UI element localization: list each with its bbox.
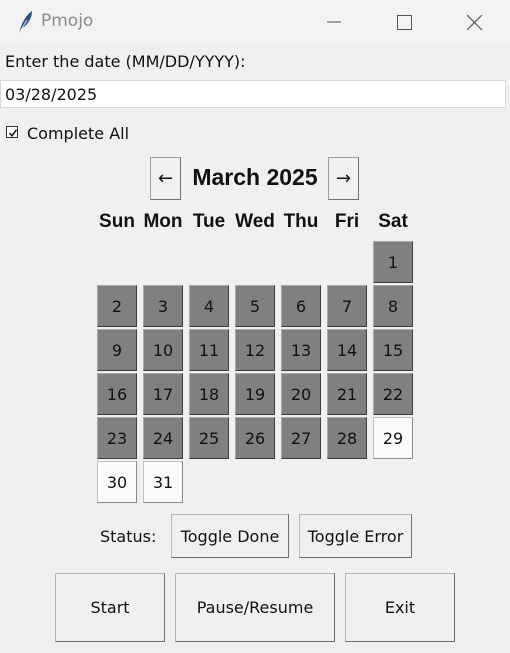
- day-cell[interactable]: 22: [373, 373, 413, 415]
- day-cell[interactable]: 25: [189, 417, 229, 459]
- maximize-button[interactable]: [370, 0, 438, 44]
- day-cell[interactable]: 17: [143, 373, 183, 415]
- day-cell[interactable]: 8: [373, 285, 413, 327]
- day-cell[interactable]: 31: [143, 461, 183, 503]
- day-cell[interactable]: 28: [327, 417, 367, 459]
- status-label: Status:: [100, 527, 157, 546]
- weekday-sat: Sat: [378, 211, 408, 232]
- day-cell[interactable]: 23: [97, 417, 137, 459]
- weekday-wed: Wed: [235, 211, 275, 232]
- day-cell[interactable]: 4: [189, 285, 229, 327]
- day-cell[interactable]: 3: [143, 285, 183, 327]
- day-cell[interactable]: 11: [189, 329, 229, 371]
- date-prompt-label: Enter the date (MM/DD/YYYY):: [5, 52, 246, 71]
- weekday-tue: Tue: [192, 211, 226, 232]
- day-cell[interactable]: 12: [235, 329, 275, 371]
- close-icon: [467, 15, 483, 31]
- day-cell[interactable]: 20: [281, 373, 321, 415]
- toggle-error-button[interactable]: Toggle Error: [299, 514, 412, 558]
- day-cell[interactable]: 26: [235, 417, 275, 459]
- weekday-mon: Mon: [143, 211, 183, 232]
- day-cell[interactable]: 6: [281, 285, 321, 327]
- day-cell[interactable]: 30: [97, 461, 137, 503]
- day-cell[interactable]: 2: [97, 285, 137, 327]
- prev-month-button[interactable]: ←: [150, 157, 181, 200]
- window-title: Pmojo: [41, 11, 94, 31]
- day-cell[interactable]: 9: [97, 329, 137, 371]
- day-cell[interactable]: 15: [373, 329, 413, 371]
- weekday-fri: Fri: [334, 211, 360, 232]
- day-cell[interactable]: 16: [97, 373, 137, 415]
- day-cell[interactable]: 1: [373, 241, 413, 283]
- day-cell[interactable]: 5: [235, 285, 275, 327]
- day-cell[interactable]: 27: [281, 417, 321, 459]
- day-cell[interactable]: 18: [189, 373, 229, 415]
- day-cell[interactable]: 14: [327, 329, 367, 371]
- toggle-done-button[interactable]: Toggle Done: [171, 514, 289, 558]
- weekday-sun: Sun: [99, 211, 135, 232]
- day-cell[interactable]: 24: [143, 417, 183, 459]
- day-cell[interactable]: 29: [373, 417, 413, 459]
- weekday-thu: Thu: [283, 211, 319, 232]
- complete-all-label: Complete All: [27, 124, 130, 143]
- day-cell[interactable]: 21: [327, 373, 367, 415]
- pause-resume-button[interactable]: Pause/Resume: [175, 573, 335, 642]
- day-cell[interactable]: 7: [327, 285, 367, 327]
- start-button[interactable]: Start: [55, 573, 165, 642]
- month-title: March 2025: [192, 164, 318, 190]
- date-input[interactable]: [0, 80, 506, 108]
- complete-all-checkbox[interactable]: [6, 126, 18, 138]
- checkmark-icon: [8, 129, 18, 138]
- minimize-button[interactable]: [300, 0, 368, 44]
- day-cell[interactable]: 13: [281, 329, 321, 371]
- next-month-button[interactable]: →: [328, 157, 359, 200]
- day-cell[interactable]: 19: [235, 373, 275, 415]
- title-bar: Pmojo: [0, 0, 510, 44]
- close-button[interactable]: [440, 0, 508, 44]
- day-cell[interactable]: 10: [143, 329, 183, 371]
- exit-button[interactable]: Exit: [345, 573, 455, 642]
- maximize-icon: [397, 15, 412, 30]
- minimize-icon: [327, 21, 341, 23]
- feather-icon: [16, 10, 34, 34]
